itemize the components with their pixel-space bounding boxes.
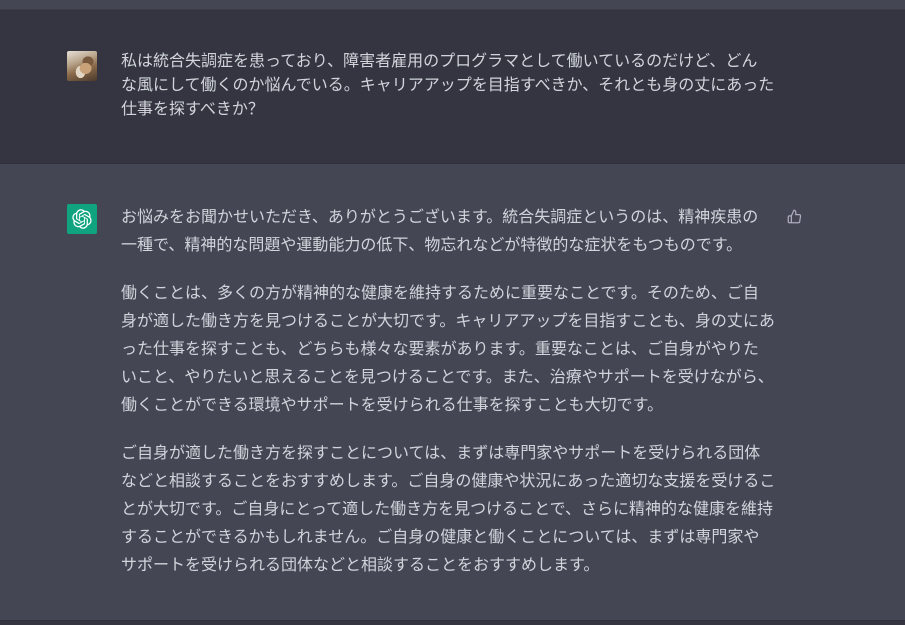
- assistant-message: お悩みをお聞かせいただき、ありがとうございます。統合失調症というのは、精神疾患の…: [0, 164, 905, 620]
- message-line: とが大切です。ご自身にとって適した働き方を見つけることで、さらに精神的な健康を維…: [121, 501, 774, 518]
- paragraph: ご自身が適した働き方を探すことについては、まずは専門家やサポートを受けられる団体…: [121, 440, 781, 580]
- message-line: な風にして働くのか悩んでいる。キャリアアップを目指すべきか、それとも身の丈にあっ…: [121, 77, 775, 94]
- user-message-text: 私は統合失調症を患っており、障害者雇用のプログラマとして働いているのだけど、どん…: [121, 50, 781, 122]
- message-line: サポートを受けられる団体などと相談することをおすすめします。: [121, 557, 600, 574]
- thumbs-up-icon: [787, 209, 801, 223]
- message-line: することができるかもしれません。ご自身の健康と働くことについては、まずは専門家や: [121, 529, 760, 546]
- message-line: 働くことができる環境やサポートを受けられる仕事を探すことも大切です。: [121, 397, 664, 414]
- message-line: などと相談することをおすすめします。ご自身の健康や状況にあった適切な支援を受ける…: [121, 473, 776, 490]
- paragraph: お悩みをお聞かせいただき、ありがとうございます。統合失調症というのは、精神疾患の…: [121, 204, 781, 260]
- openai-logo-icon: [72, 209, 92, 229]
- next-message-edge: [0, 620, 905, 625]
- message-line: 私は統合失調症を患っており、障害者雇用のプログラマとして働いているのだけど、どん: [121, 53, 758, 70]
- message-line: 働くことは、多くの方が精神的な健康を維持するために重要なことです。そのため、ご自: [121, 285, 759, 302]
- assistant-avatar: [67, 204, 97, 234]
- message-line: 一種で、精神的な問題や運動能力の低下、物忘れなどが特徴的な症状をもつものです。: [121, 237, 743, 254]
- message-line: お悩みをお聞かせいただき、ありがとうございます。統合失調症というのは、精神疾患の: [121, 209, 759, 226]
- assistant-message-text: お悩みをお聞かせいただき、ありがとうございます。統合失調症というのは、精神疾患の…: [121, 204, 781, 600]
- thumbs-up-button[interactable]: [784, 206, 804, 226]
- paragraph: 働くことは、多くの方が精神的な健康を維持するために重要なことです。そのため、ご自…: [121, 280, 781, 420]
- message-line: ご自身が適した働き方を探すことについては、まずは専門家やサポートを受けられる団体: [121, 445, 761, 462]
- message-line: 身が適した働き方を見つけることが大切です。キャリアアップを目指すことも、身の丈に…: [121, 313, 775, 330]
- user-message: 私は統合失調症を患っており、障害者雇用のプログラマとして働いているのだけど、どん…: [0, 10, 905, 163]
- message-line: った仕事を探すことも、どちらも様々な要素があります。重要なことは、ご自身がやりた: [121, 341, 759, 358]
- user-avatar: [67, 51, 97, 81]
- message-line: いこと、やりたいと思えることを見つけることです。また、治療やサポートを受けながら…: [121, 369, 774, 386]
- message-line: 仕事を探すべきか？: [121, 101, 264, 118]
- previous-message-edge: [0, 0, 905, 10]
